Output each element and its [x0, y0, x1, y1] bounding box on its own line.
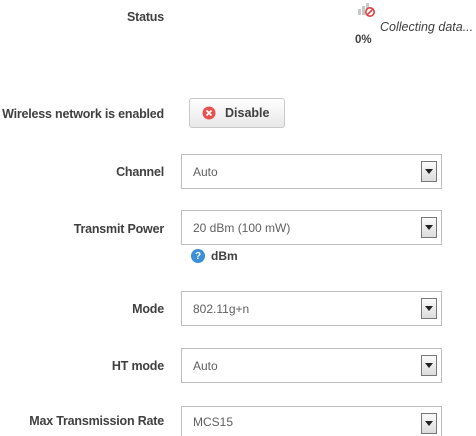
chevron-down-icon[interactable]: [421, 161, 437, 182]
status-percent: 0%: [355, 34, 372, 46]
chevron-down-icon[interactable]: [421, 413, 437, 434]
disable-button[interactable]: Disable: [189, 98, 285, 128]
status-label: Status: [126, 10, 164, 24]
transmit-power-select[interactable]: 20 dBm (100 mW): [181, 210, 442, 245]
max-rate-label: Max Transmission Rate: [29, 414, 164, 428]
ht-mode-value: Auto: [193, 358, 218, 373]
mode-select[interactable]: 802.11g+n: [181, 291, 442, 326]
question-icon: ?: [191, 249, 205, 263]
transmit-power-value: 20 dBm (100 mW): [193, 220, 291, 235]
x-circle-icon: [202, 106, 216, 120]
chevron-down-icon[interactable]: [421, 298, 437, 319]
mode-label: Mode: [132, 302, 164, 316]
ht-mode-select[interactable]: Auto: [181, 348, 442, 383]
transmit-power-label: Transmit Power: [73, 222, 164, 236]
transmit-power-help: ? dBm: [191, 249, 238, 263]
chevron-down-icon[interactable]: [421, 355, 437, 376]
disable-button-label: Disable: [225, 106, 270, 120]
channel-label: Channel: [116, 165, 164, 179]
mode-value: 802.11g+n: [193, 301, 250, 316]
signal-blocked-icon: [358, 3, 375, 17]
wireless-enabled-label: Wireless network is enabled: [2, 107, 164, 121]
transmit-power-help-text: dBm: [211, 249, 238, 263]
channel-value: Auto: [193, 164, 218, 179]
chevron-down-icon[interactable]: [421, 217, 437, 238]
channel-select[interactable]: Auto: [181, 154, 442, 189]
wireless-settings-form: Status 0% Collecting data... Wireless ne…: [0, 0, 476, 436]
ht-mode-label: HT mode: [111, 359, 164, 373]
status-text: Collecting data...: [380, 20, 474, 34]
max-rate-select[interactable]: MCS15: [181, 406, 442, 436]
max-rate-value: MCS15: [193, 414, 234, 429]
